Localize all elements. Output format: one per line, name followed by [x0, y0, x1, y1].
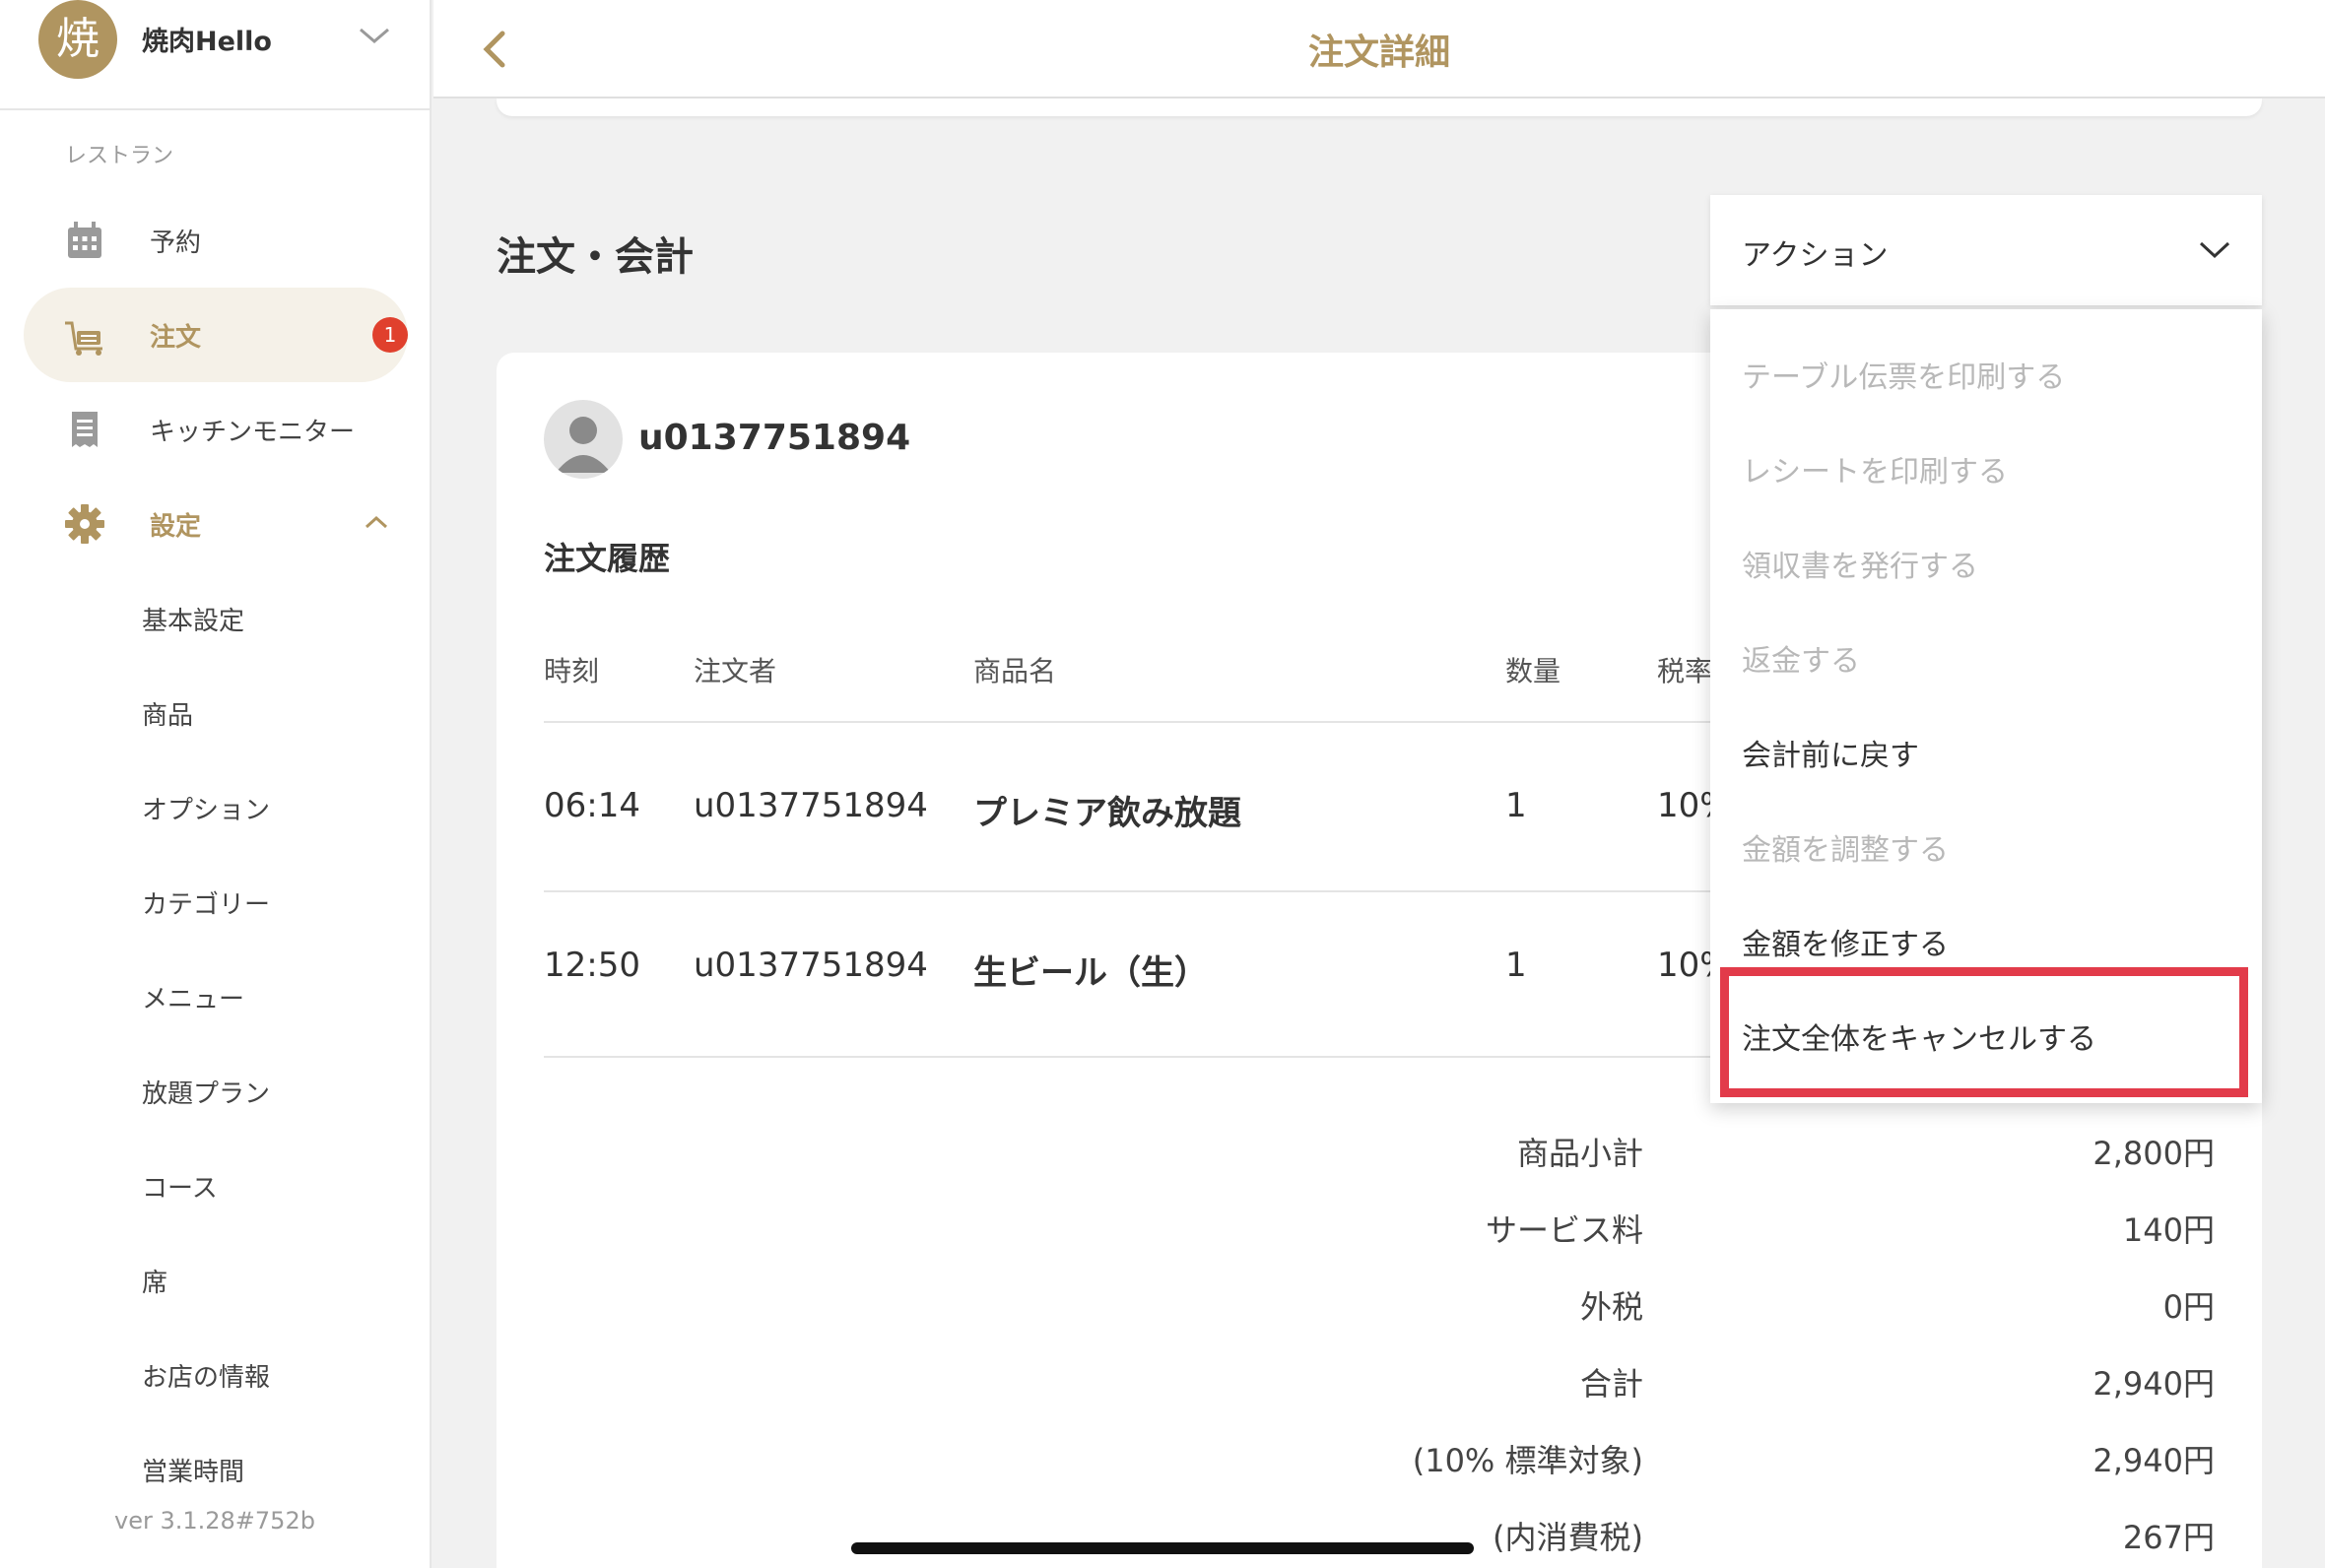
- standard-rate-value: 2,940円: [2092, 1442, 2215, 1479]
- table-cell-time: 06:14: [544, 786, 640, 825]
- table-cell-time: 12:50: [544, 946, 640, 985]
- home-indicator: [851, 1542, 1474, 1554]
- section-label-restaurant: レストラン: [65, 144, 174, 168]
- menu-item-refund[interactable]: 返金する: [1742, 636, 1860, 680]
- included-tax-value: 267円: [2122, 1519, 2215, 1556]
- sidebar-subitem-options[interactable]: オプション: [142, 790, 270, 826]
- standard-rate-label: (10% 標準対象): [1412, 1442, 1643, 1479]
- subtotal-label: 商品小計: [1516, 1135, 1643, 1172]
- table-cell-item: プレミア飲み放題: [973, 794, 1241, 833]
- chevron-up-icon[interactable]: [363, 512, 390, 532]
- menu-item-print-receipt[interactable]: レシートを印刷する: [1742, 447, 2008, 490]
- sidebar-subitem-products[interactable]: 商品: [142, 695, 193, 732]
- column-header-tax-rate: 税率: [1657, 655, 1713, 687]
- column-header-orderer: 注文者: [694, 655, 777, 687]
- menu-item-correct-amount[interactable]: 金額を修正する: [1742, 920, 1949, 963]
- store-switcher[interactable]: 焼 焼肉Hello: [0, 0, 432, 110]
- sidebar-item-settings[interactable]: 設定: [24, 477, 408, 571]
- total-label: 合計: [1579, 1365, 1643, 1403]
- calendar-icon: [68, 222, 101, 258]
- store-name: 焼肉Hello: [142, 27, 272, 57]
- receipt-icon: [72, 412, 98, 447]
- chevron-down-icon: [2199, 241, 2230, 259]
- sidebar-subitem-courses[interactable]: コース: [142, 1168, 218, 1205]
- menu-item-cancel-entire-order[interactable]: 注文全体をキャンセルする: [1742, 1014, 2096, 1058]
- notification-badge: 1: [372, 317, 408, 353]
- external-tax-label: 外税: [1579, 1288, 1643, 1326]
- included-tax-label: (内消費税): [1493, 1519, 1643, 1556]
- column-header-time: 時刻: [544, 655, 600, 687]
- app-version: ver 3.1.28#752b: [114, 1507, 315, 1535]
- store-logo: 焼: [38, 0, 117, 79]
- service-fee-value: 140円: [2122, 1211, 2215, 1249]
- action-select[interactable]: アクション: [1710, 195, 2262, 305]
- table-cell-quantity: 1: [1505, 946, 1527, 985]
- sidebar-subitem-menu[interactable]: メニュー: [142, 979, 244, 1015]
- subtotal-value: 2,800円: [2092, 1135, 2215, 1172]
- action-select-label: アクション: [1742, 238, 1889, 273]
- sidebar-item-label: キッチンモニター: [150, 418, 356, 447]
- column-header-quantity: 数量: [1505, 655, 1561, 687]
- table-cell-orderer: u0137751894: [694, 786, 928, 825]
- page-title: 注文詳細: [1307, 33, 1450, 73]
- menu-item-print-table-slip[interactable]: テーブル伝票を印刷する: [1742, 353, 2065, 396]
- sidebar-item-reservations[interactable]: 予約: [24, 193, 408, 288]
- section-title: 注文・会計: [497, 234, 694, 280]
- customer-name: u0137751894: [638, 418, 911, 458]
- sidebar-subitem-unlimited-plans[interactable]: 放題プラン: [142, 1074, 270, 1110]
- chevron-down-icon[interactable]: [357, 24, 392, 47]
- menu-item-adjust-amount[interactable]: 金額を調整する: [1742, 825, 1949, 869]
- sidebar-subitem-business-hours[interactable]: 営業時間: [142, 1452, 244, 1488]
- top-bar: 注文詳細: [433, 0, 2325, 98]
- cart-icon: [65, 321, 102, 356]
- sidebar-item-kitchen-monitor[interactable]: キッチンモニター: [24, 382, 408, 477]
- order-history-title: 注文履歴: [544, 540, 671, 577]
- sidebar-item-label: 注文: [150, 323, 202, 353]
- sidebar-subitem-basic-settings[interactable]: 基本設定: [142, 601, 244, 637]
- sidebar-subitem-seats[interactable]: 席: [142, 1263, 167, 1299]
- sidebar-item-label: 設定: [150, 512, 202, 542]
- sidebar-item-label: 予約: [150, 229, 202, 258]
- column-header-item: 商品名: [973, 655, 1057, 687]
- gear-icon: [65, 504, 104, 544]
- table-cell-orderer: u0137751894: [694, 946, 928, 985]
- previous-card-edge: [497, 98, 2262, 116]
- menu-item-revert-to-unpaid[interactable]: 会計前に戻す: [1742, 731, 1919, 774]
- service-fee-label: サービス料: [1485, 1211, 1643, 1249]
- user-icon: [556, 417, 611, 473]
- sidebar: 焼 焼肉Hello レストラン 予約 注文 1 キッチンモニター 設定 基本設定…: [0, 0, 432, 1568]
- table-cell-item: 生ビール（生）: [973, 953, 1208, 993]
- action-dropdown-menu: テーブル伝票を印刷する レシートを印刷する 領収書を発行する 返金する 会計前に…: [1710, 309, 2262, 1103]
- avatar: [544, 400, 623, 479]
- sidebar-subitem-store-info[interactable]: お店の情報: [142, 1357, 270, 1394]
- external-tax-value: 0円: [2162, 1288, 2215, 1326]
- sidebar-item-orders[interactable]: 注文 1: [24, 288, 408, 382]
- sidebar-subitem-categories[interactable]: カテゴリー: [142, 884, 270, 921]
- table-cell-quantity: 1: [1505, 786, 1527, 825]
- total-value: 2,940円: [2092, 1365, 2215, 1403]
- menu-item-issue-invoice[interactable]: 領収書を発行する: [1742, 542, 1978, 585]
